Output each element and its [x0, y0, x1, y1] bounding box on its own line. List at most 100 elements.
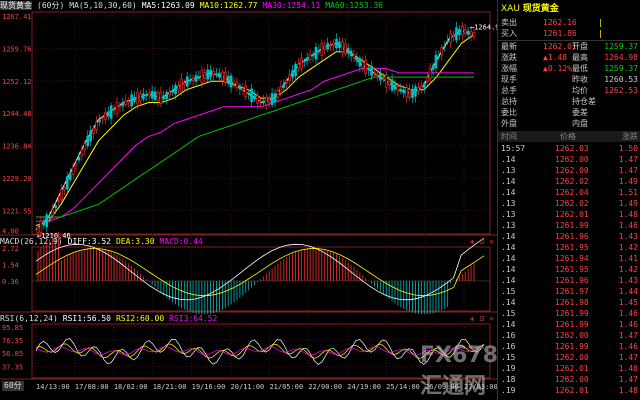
candle-body: [259, 100, 262, 103]
tick-change: 1.46: [618, 309, 638, 318]
price-axis-label: 1236.84: [2, 143, 32, 151]
period-button[interactable]: 60分: [2, 381, 24, 391]
candle-body: [194, 75, 198, 82]
candle-body: [244, 85, 248, 97]
period-label: (60分): [37, 1, 65, 10]
candle-body: [282, 84, 286, 88]
tick-row[interactable]: .19 1262.01 1.48: [498, 363, 640, 374]
candle-body: [294, 63, 297, 77]
candle-body: [428, 68, 432, 79]
stat-value-2: 1259.37: [604, 42, 638, 51]
candle-body: [417, 87, 420, 92]
tick-row[interactable]: .15 1262.00 1.47: [498, 352, 640, 363]
candle-body: [341, 41, 344, 53]
bid-volume: |: [598, 29, 603, 38]
tick-row[interactable]: .18 1262.00 1.47: [498, 374, 640, 385]
tick-price: 1261.99: [555, 342, 589, 351]
tick-row[interactable]: .16 1262.00 1.47: [498, 330, 640, 341]
candle-body: [460, 26, 464, 36]
candle-body: [302, 60, 306, 63]
candle-body: [89, 130, 92, 142]
tick-time: .19: [501, 364, 516, 373]
tick-row[interactable]: 15:57 1262.03 1.50: [498, 143, 640, 154]
tick-change: 1.44: [618, 287, 638, 296]
candle-body: [86, 135, 90, 146]
time-axis-label: 25/14:00: [386, 383, 420, 391]
tick-row[interactable]: .14 1261.96 1.43: [498, 275, 640, 286]
tick-time: .13: [501, 166, 516, 175]
candle-body: [188, 79, 192, 82]
stat-label-2: 委差: [572, 108, 588, 117]
candle-body: [320, 42, 324, 56]
tick-change: 1.47: [618, 375, 638, 384]
tick-time: .15: [501, 287, 516, 296]
candle-body: [65, 176, 69, 190]
macd-diff-line: [35, 237, 485, 301]
kline-chart-svg[interactable]: 1267.41 1259.76 1252.12 1244.48 1236.84 1229.…: [0, 0, 497, 400]
stat-value: ▲1.48: [543, 53, 568, 62]
tick-header-price: 价格: [560, 132, 576, 141]
tick-row[interactable]: .13 1262.00 1.47: [498, 165, 640, 176]
ma-line-ma5: [35, 29, 475, 231]
stat-label: 总持: [501, 97, 517, 106]
tick-row[interactable]: .15 1261.99 1.46: [498, 308, 640, 319]
quote-panel: XAU 现货黄金 卖出 1262.16 | 买入 1261.86 | 最新 126…: [497, 0, 640, 400]
candle-body: [253, 95, 256, 100]
candle-body: [440, 47, 444, 56]
main-chart-header: 现货黄金 (60分) MA(5,10,30,60) MA5:1263.09 MA10:1…: [0, 1, 388, 11]
candle-body: [405, 87, 408, 98]
tick-row[interactable]: .15 1261.97 1.44: [498, 286, 640, 297]
tick-row[interactable]: .14 1262.04 1.51: [498, 187, 640, 198]
tick-row[interactable]: .13 1262.01 1.48: [498, 209, 640, 220]
candle-body: [226, 76, 230, 83]
tick-time: .14: [501, 155, 516, 164]
candle-body: [80, 149, 84, 157]
tick-row[interactable]: .14 1262.02 1.49: [498, 176, 640, 187]
candle-body: [431, 65, 435, 70]
macd-panel-controls[interactable]: ✚ ⊡ ✕: [470, 237, 494, 247]
tick-price: 1262.01: [555, 364, 589, 373]
candle-body: [218, 72, 221, 78]
tick-row[interactable]: .14 1261.94 1.41: [498, 253, 640, 264]
tick-time: .16: [501, 331, 516, 340]
candle-body: [422, 83, 426, 88]
stat-label-2: 最高: [572, 53, 588, 62]
candle-body: [379, 73, 382, 81]
candle-body: [466, 30, 470, 35]
tick-row[interactable]: .14 1262.00 1.47: [498, 154, 640, 165]
tick-row[interactable]: .14 1261.99 1.46: [498, 319, 640, 330]
time-axis-label: 19/16:00: [192, 383, 226, 391]
price-axis-label: 1244.48: [2, 110, 32, 118]
tick-price: 1261.96: [555, 232, 589, 241]
tick-row[interactable]: .14 1261.95 1.42: [498, 264, 640, 275]
candle-body: [150, 90, 154, 99]
tick-row[interactable]: .14 1261.95 1.42: [498, 242, 640, 253]
tick-change: 1.42: [618, 243, 638, 252]
candle-body: [349, 50, 353, 57]
candle-body: [408, 89, 411, 98]
tick-change: 1.43: [618, 232, 638, 241]
tick-row[interactable]: .14 1261.96 1.43: [498, 231, 640, 242]
tick-row[interactable]: .14 1261.98 1.45: [498, 297, 640, 308]
candle-body: [168, 91, 171, 95]
tick-row[interactable]: .13 1261.99 1.46: [498, 220, 640, 231]
candle-body: [77, 157, 81, 161]
kline-chart-area[interactable]: 1267.41 1259.76 1252.12 1244.48 1236.84 1229.…: [0, 0, 498, 400]
candle-body: [264, 97, 268, 106]
tick-row[interactable]: .19 1262.01 1.48: [498, 385, 640, 396]
quote-stat-row: 涨幅 ▲0.12% 最低 1259.37: [498, 64, 640, 74]
candle-body: [174, 84, 177, 95]
candle-body: [455, 27, 458, 41]
candle-body: [279, 86, 283, 94]
tick-row[interactable]: .13 1262.02 1.49: [498, 198, 640, 209]
quote-stat-row: 最新 1262.01 开盘 1259.37: [498, 42, 640, 52]
candle-body: [317, 50, 321, 53]
candle-body: [98, 119, 101, 123]
tick-row[interactable]: .16 1261.99 1.46: [498, 341, 640, 352]
rsi1-value: RSI1:56.50: [62, 314, 111, 323]
candle-body: [39, 220, 43, 233]
rsi-panel-controls[interactable]: ✚ ⊡ ✕: [470, 314, 494, 324]
candle-body: [285, 80, 289, 84]
candle-body: [270, 93, 274, 106]
tick-time: .13: [501, 210, 516, 219]
